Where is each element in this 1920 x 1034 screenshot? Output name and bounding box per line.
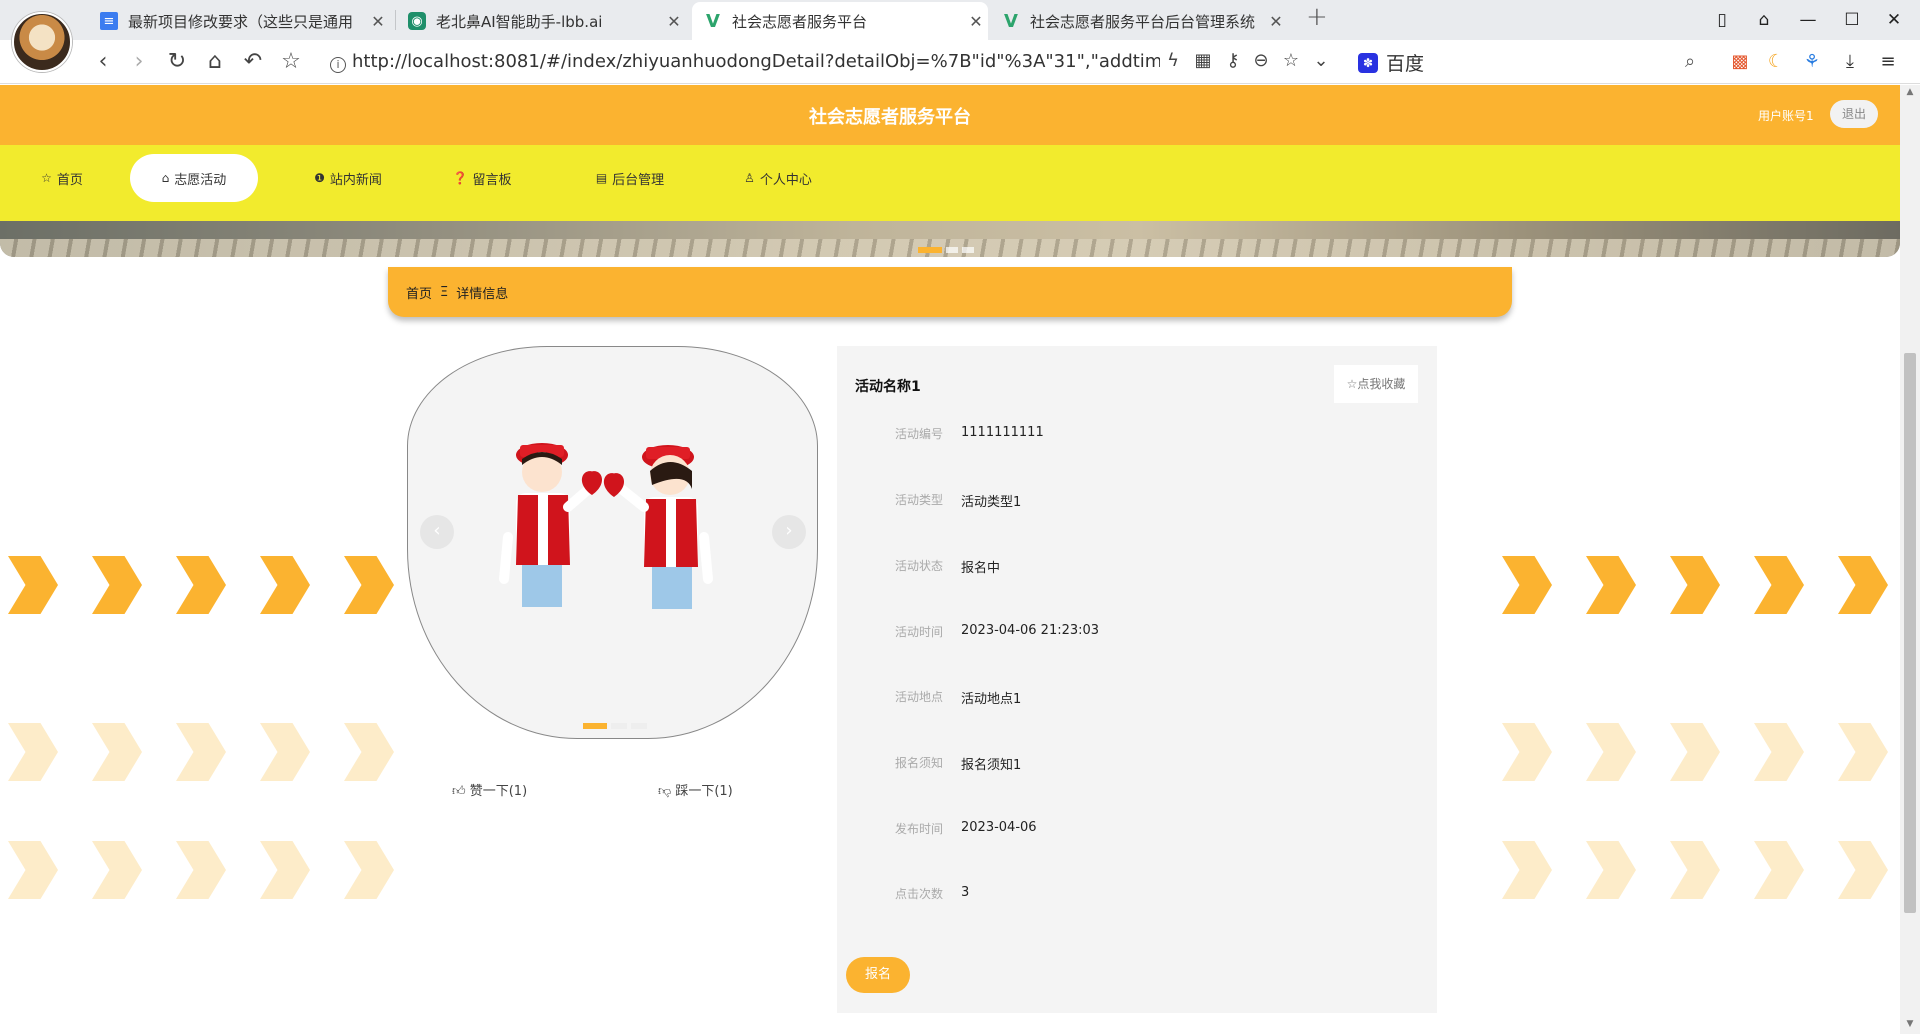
minimize-button[interactable]: — xyxy=(1790,10,1826,30)
like-button[interactable]: 👍︎ 赞一下(1) xyxy=(452,780,527,799)
address-bar: ‹ › ↻ ⌂ ↶ ☆ i http://localhost:8081/#/ind… xyxy=(0,40,1920,84)
close-icon[interactable]: ✕ xyxy=(1264,12,1288,31)
reload-icon[interactable]: ↻ xyxy=(162,49,192,75)
profile-avatar[interactable] xyxy=(12,12,72,72)
thumbs-down-icon: 👎︎ xyxy=(658,784,672,799)
nav-message-board[interactable]: ❓ 留言板 xyxy=(432,154,532,202)
logout-button[interactable]: 退出 xyxy=(1830,100,1878,128)
scrollbar-thumb[interactable] xyxy=(1904,353,1916,913)
undo-icon[interactable]: ↶ xyxy=(238,49,268,75)
pin-icon[interactable]: ⌂ xyxy=(1746,10,1782,30)
activity-title: 活动名称1 xyxy=(855,379,921,395)
volunteer-illustration xyxy=(499,443,713,609)
search-icon[interactable]: ⌕ xyxy=(1678,50,1702,74)
nav-volunteer-activity[interactable]: ⌂ 志愿活动 xyxy=(130,154,258,202)
carousel-dots[interactable] xyxy=(583,723,651,729)
site-header: 社会志愿者服务平台 用户账号1 退出 xyxy=(0,85,1900,145)
star-icon: ☆ xyxy=(41,171,52,185)
next-arrow-icon[interactable]: › xyxy=(772,515,806,549)
favorite-star-icon[interactable]: ☆ xyxy=(1278,50,1304,71)
page: 社会志愿者服务平台 用户账号1 退出 ☆ 首页 ⌂ 志愿活动 ❶ 站内新闻 ❓ 留言板 … xyxy=(0,85,1920,1034)
zoom-icon[interactable]: ⊖ xyxy=(1248,50,1274,71)
question-icon: ❓ xyxy=(452,171,468,185)
browser-tab-bar: ≡ 最新项目修改要求（这些只是通用 ✕ ◉ 老北鼻AI智能助手-lbb.ai ✕… xyxy=(0,0,1920,72)
info-icon: ❶ xyxy=(314,171,325,185)
bag-icon: ⌂ xyxy=(161,171,170,185)
bookmark-star-icon[interactable]: ☆ xyxy=(276,49,306,75)
search-engine[interactable]: ✽ 百度 xyxy=(1358,49,1424,76)
favorite-button[interactable]: ☆点我收藏 xyxy=(1334,365,1418,403)
breadcrumb-home[interactable]: 首页 xyxy=(406,283,432,302)
site-title: 社会志愿者服务平台 xyxy=(809,107,971,128)
close-icon[interactable]: ✕ xyxy=(366,12,390,31)
dislike-button[interactable]: 👎︎ 踩一下(1) xyxy=(658,780,733,799)
translate-icon[interactable]: ⚘ xyxy=(1800,50,1824,74)
calendar-icon: ▤ xyxy=(595,171,608,185)
browser-tab-2[interactable]: ◉ 老北鼻AI智能助手-lbb.ai ✕ xyxy=(408,2,686,40)
scroll-up-icon[interactable]: ▲ xyxy=(1904,87,1916,97)
lightning-icon[interactable]: ϟ xyxy=(1160,50,1186,71)
banner-carousel[interactable] xyxy=(0,221,1900,257)
home-icon[interactable]: ⌂ xyxy=(200,49,230,75)
nav-news[interactable]: ❶ 站内新闻 xyxy=(288,154,408,202)
back-icon[interactable]: ‹ xyxy=(88,49,118,75)
user-account[interactable]: 用户账号1 xyxy=(1758,107,1814,124)
nav-admin[interactable]: ▤ 后台管理 xyxy=(570,154,690,202)
grid-icon[interactable]: ▦ xyxy=(1190,50,1216,71)
user-icon: ♙ xyxy=(744,171,755,185)
scroll-down-icon[interactable]: ▼ xyxy=(1904,1019,1916,1029)
browser-tab-1[interactable]: ≡ 最新项目修改要求（这些只是通用 ✕ xyxy=(100,2,390,40)
breadcrumb: 首页 Ξ 详情信息 xyxy=(388,267,1512,317)
reader-mode-icon[interactable]: ▯ xyxy=(1704,10,1740,30)
vue-icon: V xyxy=(706,10,720,32)
forward-icon[interactable]: › xyxy=(124,49,154,75)
nav-home[interactable]: ☆ 首页 xyxy=(22,154,102,202)
breadcrumb-current: 详情信息 xyxy=(456,286,509,302)
prev-arrow-icon[interactable]: ‹ xyxy=(420,515,454,549)
activity-detail-panel: 活动名称1 ☆点我收藏 活动编号 1111111111 活动类型 活动类型1 活… xyxy=(837,346,1437,1013)
key-icon[interactable]: ⚷ xyxy=(1220,50,1246,71)
apps-icon[interactable]: ▩ xyxy=(1728,50,1752,74)
site-info-icon[interactable]: i xyxy=(330,57,346,73)
activity-image-carousel[interactable]: ‹ › xyxy=(407,346,818,739)
chevron-down-icon[interactable]: ⌄ xyxy=(1308,50,1334,71)
close-icon[interactable]: ✕ xyxy=(662,12,686,31)
banner-dots[interactable] xyxy=(918,247,978,253)
download-icon[interactable]: ⤓ xyxy=(1838,50,1862,74)
close-window-button[interactable]: ✕ xyxy=(1876,10,1912,30)
signup-button[interactable]: 报名 xyxy=(846,957,910,993)
browser-tab-3-active[interactable]: V 社会志愿者服务平台 ✕ xyxy=(692,2,988,40)
browser-tab-4[interactable]: V 社会志愿者服务平台后台管理系统 ✕ xyxy=(1002,2,1288,40)
nav-personal-center[interactable]: ♙ 个人中心 xyxy=(718,154,838,202)
baidu-icon: ✽ xyxy=(1358,52,1378,73)
doc-icon: ≡ xyxy=(100,12,118,30)
url-input[interactable]: i http://localhost:8081/#/index/zhiyuanhu… xyxy=(330,49,1160,75)
main-nav: ☆ 首页 ⌂ 志愿活动 ❶ 站内新闻 ❓ 留言板 ▤ 后台管理 ♙ 个人中心 xyxy=(0,145,1900,221)
breadcrumb-separator: Ξ xyxy=(440,284,449,300)
ai-icon: ◉ xyxy=(408,12,426,30)
close-icon[interactable]: ✕ xyxy=(964,12,988,31)
page-scrollbar[interactable]: ▲ ▼ xyxy=(1900,85,1920,1034)
thumbs-up-icon: 👍︎ xyxy=(452,784,466,799)
maximize-button[interactable]: ☐ xyxy=(1834,10,1870,30)
moon-icon[interactable]: ☾ xyxy=(1764,50,1788,74)
vue-icon: V xyxy=(1004,10,1018,32)
new-tab-button[interactable]: + xyxy=(1306,2,1328,32)
menu-icon[interactable]: ≡ xyxy=(1876,50,1900,74)
